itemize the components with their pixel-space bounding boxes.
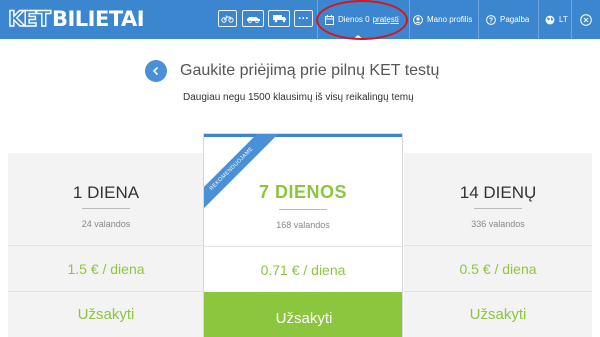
plan-card-14-days: 14 DIENŲ 336 valandos 0.5 € / diena Užsa…	[404, 153, 592, 337]
category-more-button[interactable]: ...	[294, 10, 313, 27]
close-icon	[580, 13, 592, 26]
plan-card-7-days-featured: REKOMENDUOJAME 7 DIENOS 168 valandos 0.7…	[203, 133, 403, 337]
divider	[404, 245, 592, 246]
close-button[interactable]	[580, 0, 596, 39]
motorcycle-icon	[221, 15, 234, 23]
plan-hours: 168 valandos	[276, 220, 330, 230]
plan-name-underline	[82, 208, 130, 209]
nav-divider	[538, 0, 539, 39]
logo-suffix: BILIETAI	[51, 7, 145, 31]
ket-bilietai-logo[interactable]: KET BILIETAI	[7, 6, 145, 31]
page-subtitle: Daugiau negu 1500 klausimų iš visų reika…	[183, 92, 414, 103]
featured-accent-line	[204, 134, 402, 137]
help-label: Pagalba	[500, 15, 530, 24]
divider	[8, 245, 204, 246]
more-icon: ...	[298, 10, 309, 22]
help-icon: ?	[486, 14, 496, 25]
order-button[interactable]: Užsakyti	[8, 306, 204, 323]
globe-icon	[545, 15, 555, 24]
nav-divider	[409, 0, 410, 39]
highlight-annotation	[316, 0, 408, 40]
category-car-button[interactable]	[242, 10, 264, 27]
plan-name: 14 DIENŲ	[459, 183, 537, 202]
nav-divider	[571, 0, 572, 39]
car-icon	[246, 16, 260, 23]
logo-prefix: KET	[7, 6, 51, 31]
plan-name-underline	[474, 208, 522, 209]
plan-hours: 24 valandos	[81, 219, 131, 229]
order-button[interactable]: Užsakyti	[404, 306, 592, 323]
plan-price: 0.71 € / diena	[260, 262, 346, 278]
plan-card-1-day: 1 DIENA 24 valandos 1.5 € / diena Užsaky…	[8, 153, 204, 337]
order-button[interactable]: Užsakyti	[204, 292, 402, 337]
plan-hours: 336 valandos	[471, 219, 525, 229]
divider	[404, 291, 592, 292]
plan-price: 1.5 € / diena	[67, 261, 145, 277]
divider	[8, 291, 204, 292]
plan-name: 7 DIENOS	[258, 182, 348, 202]
page-title: Gaukite priėjimą prie pilnų KET testų	[180, 62, 440, 79]
recommended-ribbon: REKOMENDUOJAME	[204, 134, 280, 218]
category-motorcycle-button[interactable]	[218, 10, 237, 27]
truck-icon	[272, 15, 286, 23]
back-button[interactable]	[145, 60, 167, 82]
profile-label: Mano profilis	[427, 15, 473, 24]
language-selector[interactable]: LT	[545, 0, 568, 39]
top-navbar: KET BILIETAI ... Dienos 0 pratęsti Mano …	[0, 0, 600, 40]
plan-name: 1 DIENA	[72, 183, 140, 202]
svg-text:?: ?	[489, 17, 493, 24]
plan-price: 0.5 € / diena	[459, 261, 537, 277]
help-link[interactable]: ? Pagalba	[486, 0, 529, 39]
language-label: LT	[559, 15, 568, 24]
chevron-left-icon	[152, 66, 159, 76]
profile-link[interactable]: Mano profilis	[413, 0, 472, 39]
divider	[204, 246, 402, 247]
category-truck-button[interactable]	[268, 10, 290, 27]
plan-name-underline	[279, 209, 327, 210]
nav-divider	[478, 0, 479, 39]
user-icon	[413, 14, 423, 25]
